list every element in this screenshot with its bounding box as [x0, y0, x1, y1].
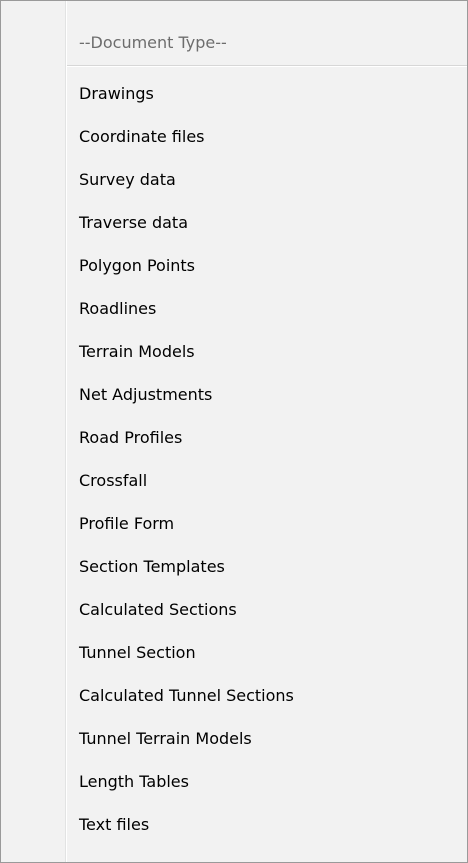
- menu-item-calculated-tunnel-sections[interactable]: Calculated Tunnel Sections: [67, 674, 467, 717]
- menu-item-net-adjustments[interactable]: Net Adjustments: [67, 373, 467, 416]
- menu-item-section-templates[interactable]: Section Templates: [67, 545, 467, 588]
- menu-item-tunnel-section[interactable]: Tunnel Section: [67, 631, 467, 674]
- menu-item-text-files[interactable]: Text files: [67, 803, 467, 846]
- menu-icon-gutter: [1, 1, 65, 862]
- menu-item-calculated-sections[interactable]: Calculated Sections: [67, 588, 467, 631]
- menu-item-traverse-data[interactable]: Traverse data: [67, 201, 467, 244]
- menu-item-polygon-points[interactable]: Polygon Points: [67, 244, 467, 287]
- menu-item-crossfall[interactable]: Crossfall: [67, 459, 467, 502]
- menu-item-road-profiles[interactable]: Road Profiles: [67, 416, 467, 459]
- menu-item-length-tables[interactable]: Length Tables: [67, 760, 467, 803]
- menu-item-tunnel-terrain-models[interactable]: Tunnel Terrain Models: [67, 717, 467, 760]
- menu-item-terrain-models[interactable]: Terrain Models: [67, 330, 467, 373]
- menu-items-panel: --Document Type-- Drawings Coordinate fi…: [67, 1, 467, 862]
- menu-header-document-type: --Document Type--: [79, 33, 227, 52]
- menu-item-survey-data[interactable]: Survey data: [67, 158, 467, 201]
- menu-item-list: Drawings Coordinate files Survey data Tr…: [67, 67, 467, 846]
- menu-item-coordinate-files[interactable]: Coordinate files: [67, 115, 467, 158]
- menu-item-roadlines[interactable]: Roadlines: [67, 287, 467, 330]
- menu-item-profile-form[interactable]: Profile Form: [67, 502, 467, 545]
- menu-item-drawings[interactable]: Drawings: [67, 72, 467, 115]
- document-type-dropdown-menu: --Document Type-- Drawings Coordinate fi…: [0, 0, 468, 863]
